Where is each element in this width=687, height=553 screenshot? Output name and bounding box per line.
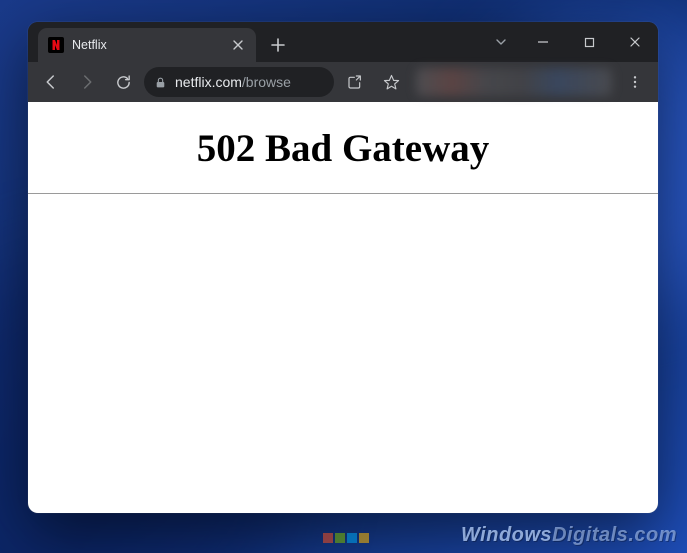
browser-window: Netflix bbox=[28, 22, 658, 513]
reload-button[interactable] bbox=[108, 67, 138, 97]
url-path: /browse bbox=[242, 74, 291, 90]
window-controls bbox=[482, 22, 658, 62]
watermark-text: WindowsDigitals.com bbox=[461, 524, 677, 547]
tab-title: Netflix bbox=[72, 38, 222, 52]
page-content: 502 Bad Gateway bbox=[28, 102, 658, 513]
watermark-part2: Digitals bbox=[552, 524, 628, 546]
bookmark-button[interactable] bbox=[376, 67, 406, 97]
watermark-part1: Windows bbox=[461, 524, 552, 546]
url-text: netflix.com/browse bbox=[175, 74, 324, 90]
divider bbox=[28, 193, 658, 194]
back-button[interactable] bbox=[36, 67, 66, 97]
share-button[interactable] bbox=[340, 67, 370, 97]
tab-search-button[interactable] bbox=[482, 22, 520, 62]
titlebar: Netflix bbox=[28, 22, 658, 62]
close-window-button[interactable] bbox=[612, 22, 658, 62]
chrome-menu-button[interactable] bbox=[620, 67, 650, 97]
address-bar[interactable]: netflix.com/browse bbox=[144, 67, 334, 97]
blurred-extensions bbox=[416, 68, 612, 96]
minimize-button[interactable] bbox=[520, 22, 566, 62]
lock-icon bbox=[154, 76, 167, 89]
toolbar-extensions-area bbox=[412, 62, 650, 102]
url-host: netflix.com bbox=[175, 74, 242, 90]
toolbar: netflix.com/browse bbox=[28, 62, 658, 102]
maximize-button[interactable] bbox=[566, 22, 612, 62]
active-tab[interactable]: Netflix bbox=[38, 28, 256, 62]
error-heading: 502 Bad Gateway bbox=[28, 102, 658, 193]
close-tab-button[interactable] bbox=[230, 37, 246, 53]
forward-button[interactable] bbox=[72, 67, 102, 97]
new-tab-button[interactable] bbox=[264, 31, 292, 59]
watermark-logo-icon bbox=[323, 533, 369, 543]
netflix-favicon bbox=[48, 37, 64, 53]
watermark-suffix: .com bbox=[628, 524, 677, 546]
